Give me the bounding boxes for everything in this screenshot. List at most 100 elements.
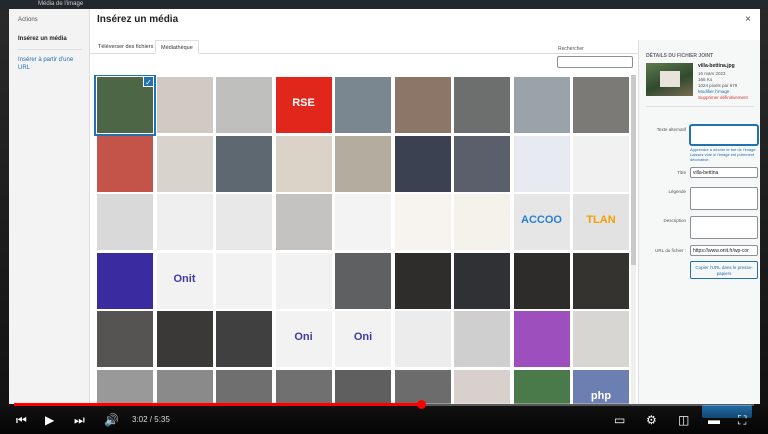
alt-text-field[interactable] <box>690 125 758 145</box>
media-thumbnail[interactable] <box>513 135 570 192</box>
media-thumbnail[interactable] <box>335 252 391 309</box>
media-thumbnail[interactable]: ACCOO <box>513 194 570 250</box>
tab-media-library[interactable]: Médiathèque <box>155 40 199 54</box>
volume-icon[interactable]: 🔊 <box>104 413 119 427</box>
media-thumbnail[interactable] <box>216 311 272 367</box>
grid-scrollbar[interactable] <box>631 75 636 404</box>
media-thumbnail[interactable] <box>394 77 451 133</box>
details-thumbnail <box>646 63 693 96</box>
media-thumbnail[interactable] <box>394 194 451 250</box>
checkmark-icon[interactable]: ✓ <box>143 77 153 87</box>
progress-scrubber[interactable] <box>417 400 426 409</box>
media-thumbnail[interactable]: Oni <box>275 311 332 367</box>
media-thumbnail[interactable]: Onit <box>156 252 213 309</box>
media-thumbnail[interactable] <box>335 135 391 192</box>
thumbnail-image <box>454 77 510 133</box>
menu-item-insert-from-url[interactable]: Insérer à partir d'une URL <box>18 56 84 72</box>
thumbnail-image <box>275 369 332 404</box>
thumbnail-image <box>513 135 570 192</box>
theater-mode-icon[interactable]: ▬ <box>708 413 720 427</box>
fullscreen-icon[interactable]: ⛶ <box>738 413 746 427</box>
delete-permanently-link[interactable]: Supprimer définitivement <box>698 95 748 100</box>
settings-icon[interactable]: ⚙ <box>646 413 657 427</box>
media-thumbnail[interactable]: TLAN <box>573 194 629 250</box>
file-url-field[interactable]: https://www.onit.fr/wp-cor <box>690 245 758 256</box>
media-thumbnail[interactable]: ✓ <box>94 75 156 136</box>
media-thumbnail[interactable] <box>156 369 213 404</box>
copy-url-button[interactable]: Copier l'URL dans le presse-papiers <box>690 261 758 279</box>
media-thumbnail[interactable] <box>513 369 570 404</box>
media-thumbnail[interactable] <box>513 252 570 309</box>
media-thumbnail[interactable] <box>454 77 510 133</box>
details-dimensions: 1024 pixels par 679 <box>698 83 738 88</box>
media-thumbnail[interactable] <box>513 311 570 367</box>
media-thumbnail[interactable] <box>216 194 272 250</box>
media-thumbnail[interactable] <box>275 135 332 192</box>
media-thumbnail[interactable] <box>394 311 451 367</box>
thumbnail-image <box>156 77 213 133</box>
media-thumbnail[interactable] <box>335 369 391 404</box>
previous-icon[interactable]: ⏮ <box>16 413 27 427</box>
media-thumbnail[interactable] <box>275 252 332 309</box>
media-thumbnail[interactable] <box>216 135 272 192</box>
media-thumbnail[interactable] <box>454 194 510 250</box>
thumbnail-label: Oni <box>353 331 373 343</box>
media-thumbnail[interactable] <box>394 369 451 404</box>
media-thumbnail[interactable]: RSE <box>275 77 332 133</box>
media-thumbnail[interactable] <box>216 252 272 309</box>
title-label: Titre <box>677 170 686 175</box>
title-field[interactable]: villa-bettina <box>690 167 758 178</box>
media-thumbnail[interactable] <box>97 311 153 367</box>
media-thumbnail[interactable] <box>335 194 391 250</box>
thumbnail-image <box>573 135 629 192</box>
media-menu: Actions Insérez un média Insérer à parti… <box>9 9 90 404</box>
media-thumbnail[interactable] <box>394 135 451 192</box>
media-thumbnail[interactable] <box>394 252 451 309</box>
media-thumbnail[interactable] <box>513 77 570 133</box>
scrollbar-thumb[interactable] <box>631 75 636 265</box>
media-thumbnail[interactable]: Oni <box>335 311 391 367</box>
media-thumbnail[interactable] <box>156 135 213 192</box>
media-thumbnail[interactable] <box>454 369 510 404</box>
thumbnail-image <box>216 369 272 404</box>
tab-upload-files[interactable]: Téléverser des fichiers <box>93 40 158 54</box>
legend-field[interactable] <box>690 187 758 210</box>
video-progress-bar[interactable] <box>14 400 754 409</box>
details-date: 16 mars 2023 <box>698 71 726 76</box>
search-input[interactable] <box>557 56 633 68</box>
media-thumbnail[interactable] <box>573 77 629 133</box>
alt-text-help[interactable]: Apprendre à décrire le but de l'image. L… <box>690 147 758 162</box>
media-thumbnail[interactable] <box>97 135 153 192</box>
media-thumbnail[interactable] <box>216 369 272 404</box>
menu-item-insert-media[interactable]: Insérez un média <box>18 35 84 43</box>
wp-admin-bar-text: Média de l'image <box>38 1 84 7</box>
media-thumbnail[interactable] <box>156 77 213 133</box>
media-thumbnail[interactable] <box>454 311 510 367</box>
thumbnail-image <box>275 135 332 192</box>
media-thumbnail[interactable] <box>573 311 629 367</box>
media-thumbnail[interactable] <box>156 194 213 250</box>
play-icon[interactable]: ▶ <box>45 413 54 427</box>
media-thumbnail[interactable] <box>454 135 510 192</box>
thumbnail-image <box>275 252 332 309</box>
media-thumbnail[interactable] <box>454 252 510 309</box>
media-thumbnail[interactable]: php <box>573 369 629 404</box>
captions-icon[interactable]: ▭ <box>614 413 625 427</box>
media-thumbnail[interactable] <box>156 311 213 367</box>
description-field[interactable] <box>690 216 758 239</box>
media-thumbnail[interactable] <box>275 194 332 250</box>
thumbnail-image <box>513 77 570 133</box>
media-thumbnail[interactable] <box>275 369 332 404</box>
next-icon[interactable]: ⏭ <box>74 413 85 427</box>
close-icon[interactable]: × <box>742 14 754 25</box>
edit-image-link[interactable]: Modifier l'image <box>698 89 729 94</box>
miniplayer-icon[interactable]: ◫ <box>678 413 689 427</box>
media-thumbnail[interactable] <box>97 194 153 250</box>
media-thumbnail[interactable] <box>97 369 153 404</box>
media-thumbnail[interactable] <box>573 252 629 309</box>
media-thumbnail[interactable] <box>97 252 153 309</box>
thumbnail-image <box>335 135 391 192</box>
media-thumbnail[interactable] <box>335 77 391 133</box>
media-thumbnail[interactable] <box>573 135 629 192</box>
media-thumbnail[interactable] <box>216 77 272 133</box>
